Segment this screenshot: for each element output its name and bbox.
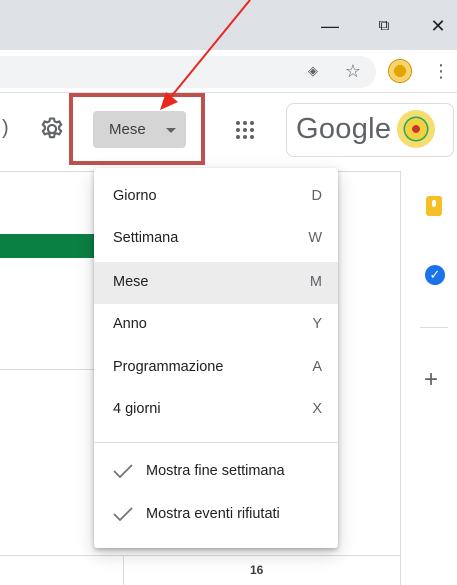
menu-option-mostra-fine-settimana[interactable]: Mostra fine settimana — [94, 452, 338, 494]
search-icon-fragment[interactable]: ) — [2, 117, 9, 140]
menu-item-label: Anno — [113, 316, 147, 332]
menu-option-label: Mostra fine settimana — [146, 463, 285, 479]
browser-titlebar: — ⧉ ✕ — [0, 0, 457, 50]
minimize-icon: — — [321, 16, 339, 36]
menu-item-4-giorni[interactable]: 4 giorni X — [94, 389, 338, 431]
menu-item-settimana[interactable]: Settimana W — [94, 218, 338, 260]
menu-item-shortcut: W — [308, 230, 322, 246]
google-logo-text: Google — [296, 113, 392, 145]
tasks-icon[interactable]: ✓ — [425, 265, 445, 285]
minimize-button[interactable]: — — [318, 14, 342, 38]
menu-divider — [94, 442, 338, 443]
menu-item-label: Programmazione — [113, 359, 224, 375]
calendar-grid-line — [0, 555, 400, 556]
close-window-button[interactable]: ✕ — [426, 14, 450, 38]
account-avatar — [397, 110, 435, 148]
bookmark-star-icon[interactable]: ☆ — [342, 60, 364, 82]
calendar-grid-line — [0, 369, 94, 370]
annotation-highlight-box — [69, 93, 205, 165]
add-addon-icon[interactable]: + — [424, 368, 438, 392]
restore-button[interactable]: ⧉ — [372, 14, 396, 38]
menu-item-shortcut: D — [311, 188, 322, 204]
calendar-day-number[interactable]: 16 — [250, 563, 263, 577]
profile-avatar[interactable] — [388, 59, 412, 83]
extension-icon[interactable]: ◈ — [302, 60, 324, 82]
menu-item-label: Mese — [113, 274, 149, 290]
restore-icon: ⧉ — [378, 17, 390, 34]
menu-item-label: Giorno — [113, 188, 157, 204]
browser-menu-icon[interactable]: ⋮ — [430, 60, 452, 82]
menu-item-giorno[interactable]: Giorno D — [94, 176, 338, 218]
settings-gear-icon[interactable] — [38, 115, 66, 143]
side-panel-separator — [420, 327, 448, 328]
menu-item-shortcut: A — [312, 359, 322, 375]
checkmark-icon — [113, 507, 133, 522]
view-dropdown-menu: Giorno D Settimana W Mese M Anno Y Progr… — [94, 168, 338, 548]
menu-item-anno[interactable]: Anno Y — [94, 304, 338, 346]
calendar-grid-line — [123, 555, 124, 585]
menu-item-programmazione[interactable]: Programmazione A — [94, 347, 338, 389]
menu-item-shortcut: M — [309, 274, 322, 290]
menu-item-label: Settimana — [113, 230, 179, 246]
google-apps-icon[interactable] — [236, 121, 256, 141]
menu-item-label: 4 giorni — [113, 401, 161, 417]
menu-option-label: Mostra eventi rifiutati — [146, 506, 280, 522]
menu-item-shortcut: X — [312, 401, 322, 417]
menu-item-mese[interactable]: Mese M — [94, 262, 338, 304]
keep-icon[interactable] — [426, 196, 442, 216]
menu-item-shortcut: Y — [312, 316, 322, 332]
close-icon: ✕ — [430, 16, 446, 36]
browser-toolbar: ◈ ☆ ⋮ — [0, 50, 457, 92]
menu-option-mostra-eventi-rifiutati[interactable]: Mostra eventi rifiutati — [94, 495, 338, 537]
checkmark-icon — [113, 464, 133, 479]
google-account-button[interactable]: Google — [286, 103, 454, 157]
side-panel-divider — [400, 171, 401, 585]
